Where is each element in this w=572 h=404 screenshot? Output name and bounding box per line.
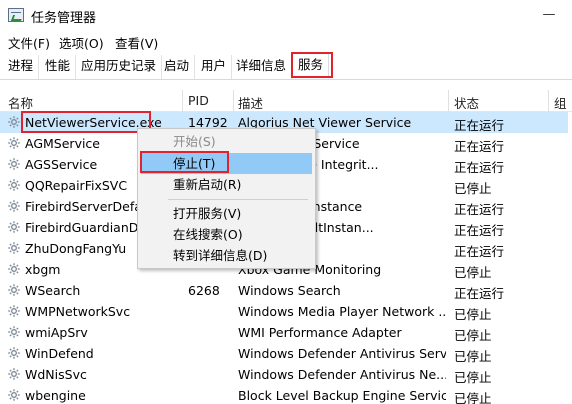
table-row[interactable]: WinDefend Windows Defender Antivirus Serv…: [0, 343, 572, 364]
service-status: 已停止: [454, 307, 492, 322]
column-group[interactable]: 组: [554, 93, 567, 112]
tab-services[interactable]: 服务: [292, 53, 330, 79]
tab-bar: 进程 性能 应用历史记录 启动 用户 详细信息 服务: [0, 51, 572, 80]
column-header: 名称 PID 描述 状态 组: [0, 90, 572, 112]
minimize-button[interactable]: —: [526, 0, 572, 30]
tab-details[interactable]: 详细信息: [231, 55, 293, 79]
service-description: WMI Performance Adapter: [238, 325, 402, 340]
tab-startup[interactable]: 启动: [159, 55, 196, 79]
service-name: wbengine: [25, 388, 86, 403]
menu-item-go-to-details[interactable]: 转到详细信息(D): [141, 245, 312, 266]
gear-icon: [7, 220, 21, 234]
tab-app-history[interactable]: 应用历史记录: [76, 55, 163, 79]
service-status: 已停止: [454, 181, 492, 196]
service-status: 已停止: [454, 391, 492, 404]
gear-icon: [7, 262, 21, 276]
title-bar: 任务管理器 —: [0, 0, 572, 30]
context-menu: 开始(S) 停止(T) 重新启动(R) 打开服务(V) 在线搜索(O) 转到详细…: [137, 128, 316, 269]
table-row[interactable]: WSearch 6268 Windows Search 正在运行: [0, 280, 572, 301]
task-manager-icon: [8, 8, 24, 22]
menu-separator: [168, 199, 308, 200]
menu-item-restart[interactable]: 重新启动(R): [141, 174, 312, 195]
column-name[interactable]: 名称: [8, 93, 33, 112]
gear-icon: [7, 115, 21, 129]
service-status: 正在运行: [454, 202, 505, 217]
menu-file[interactable]: 文件(F): [8, 33, 50, 52]
column-status[interactable]: 状态: [454, 93, 479, 112]
gear-icon: [7, 136, 21, 150]
menu-item-search-online[interactable]: 在线搜索(O): [141, 224, 312, 245]
menu-item-stop[interactable]: 停止(T): [141, 153, 312, 174]
service-description: Windows Defender Antivirus Service: [238, 346, 446, 361]
service-status: 正在运行: [454, 286, 505, 301]
gear-icon: [7, 178, 21, 192]
service-name: wmiApSrv: [25, 325, 88, 340]
gear-icon: [7, 241, 21, 255]
service-status: 正在运行: [454, 160, 505, 175]
menu-item-open-services[interactable]: 打开服务(V): [141, 203, 312, 224]
table-row[interactable]: WdNisSvc Windows Defender Antivirus Ne...…: [0, 364, 572, 385]
service-status: 已停止: [454, 328, 492, 343]
menu-item-start[interactable]: 开始(S): [141, 131, 312, 152]
service-status: 已停止: [454, 265, 492, 280]
table-row[interactable]: WMPNetworkSvc Windows Media Player Networ…: [0, 301, 572, 322]
column-pid[interactable]: PID: [188, 93, 209, 108]
service-status: 正在运行: [454, 139, 505, 154]
column-divider[interactable]: [548, 90, 549, 112]
service-description: Windows Defender Antivirus Ne...: [238, 367, 446, 382]
gear-icon: [7, 157, 21, 171]
service-description: Windows Search: [238, 283, 341, 298]
menu-options[interactable]: 选项(O): [59, 33, 104, 52]
tab-performance[interactable]: 性能: [40, 55, 77, 79]
gear-icon: [7, 346, 21, 360]
column-divider[interactable]: [182, 90, 183, 112]
service-status: 已停止: [454, 349, 492, 364]
tab-processes[interactable]: 进程: [3, 55, 40, 79]
column-divider[interactable]: [448, 90, 449, 112]
column-description[interactable]: 描述: [238, 93, 263, 112]
menu-bar: 文件(F) 选项(O) 查看(V): [0, 31, 572, 51]
gear-icon: [7, 325, 21, 339]
service-status: 正在运行: [454, 223, 505, 238]
gear-icon: [7, 304, 21, 318]
scrollbar[interactable]: [568, 112, 572, 404]
service-name: WMPNetworkSvc: [25, 304, 131, 319]
service-status: 已停止: [454, 370, 492, 385]
service-description: Windows Media Player Network ...: [238, 304, 446, 319]
gear-icon: [7, 199, 21, 213]
service-name: WdNisSvc: [25, 367, 87, 382]
table-row[interactable]: wbengine Block Level Backup Engine Servic…: [0, 385, 572, 404]
service-pid: 6268: [188, 283, 220, 298]
tab-users[interactable]: 用户: [196, 55, 233, 79]
service-status: 正在运行: [454, 244, 505, 259]
gear-icon: [7, 367, 21, 381]
menu-view[interactable]: 查看(V): [115, 33, 158, 52]
service-name: WSearch: [25, 283, 81, 298]
service-status: 正在运行: [454, 118, 505, 133]
column-divider[interactable]: [233, 90, 234, 112]
gear-icon: [7, 388, 21, 402]
gear-icon: [7, 283, 21, 297]
window-title: 任务管理器: [31, 11, 97, 26]
table-row[interactable]: wmiApSrv WMI Performance Adapter 已停止: [0, 322, 572, 343]
service-description: Block Level Backup Engine Service: [238, 388, 446, 403]
service-name: WinDefend: [25, 346, 94, 361]
